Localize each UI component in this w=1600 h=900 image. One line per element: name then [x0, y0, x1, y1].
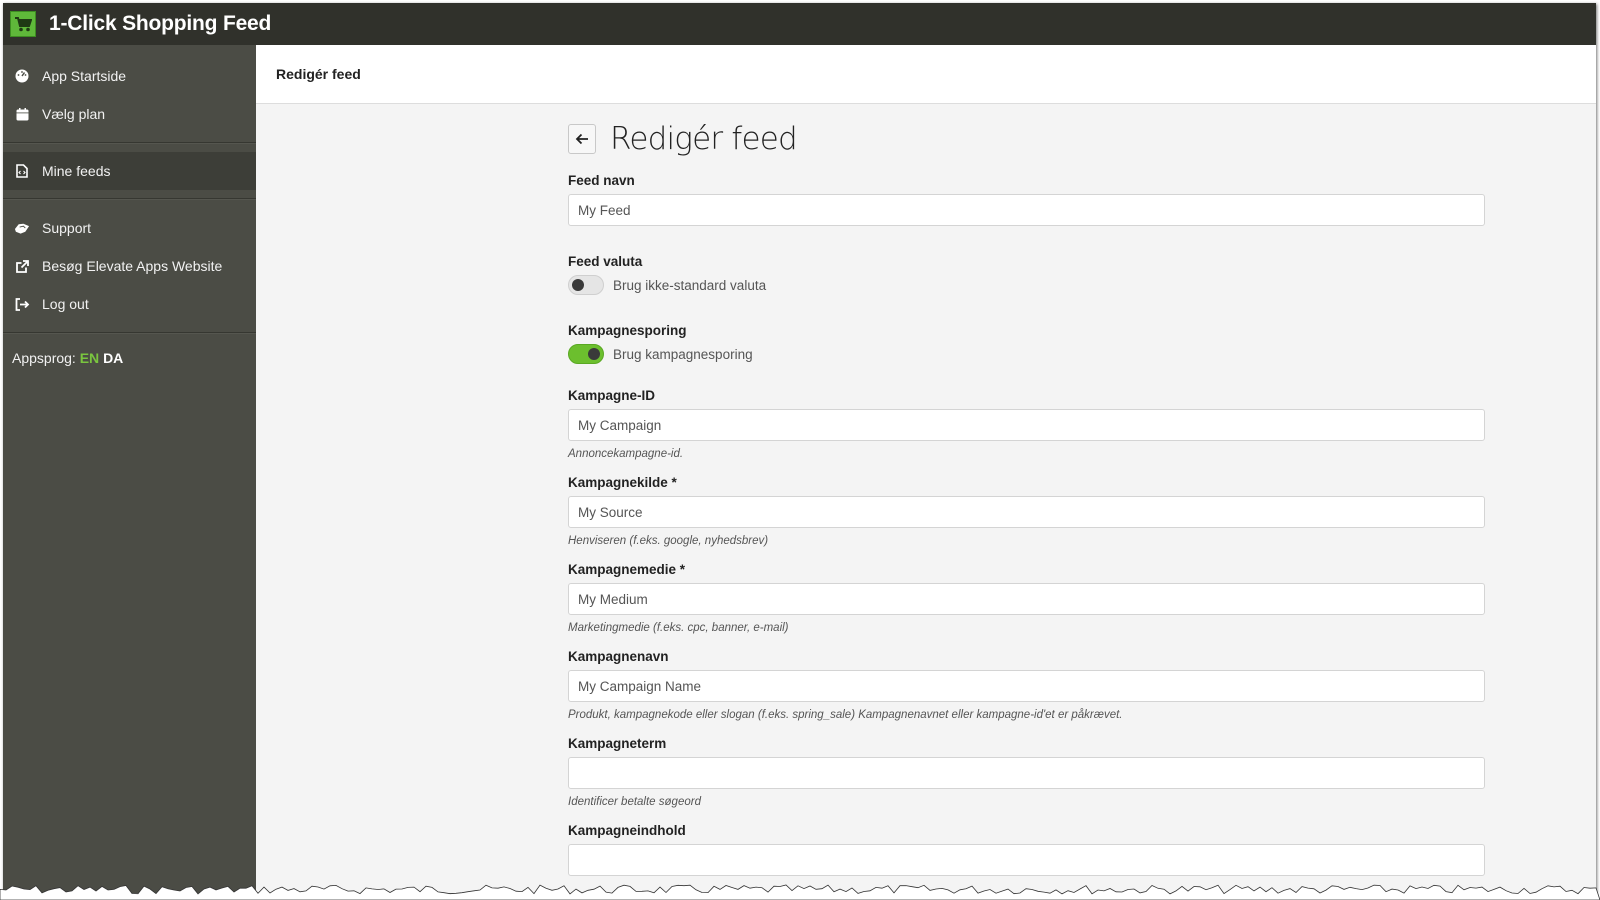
- sidebar-item-support[interactable]: Support: [3, 209, 256, 247]
- sidebar-item-label: Besøg Elevate Apps Website: [42, 258, 223, 274]
- campaign-tracking-label: Kampagnesporing: [568, 323, 687, 338]
- back-button[interactable]: [568, 124, 596, 154]
- dashboard-icon: [14, 68, 30, 84]
- page-title: Redigér feed: [610, 121, 798, 157]
- torn-edge-decoration: [0, 884, 1600, 900]
- campaign-tracking-toggle-label: Brug kampagnesporing: [613, 346, 753, 362]
- file-code-icon: [14, 163, 30, 179]
- sidebar: App Startside Vælg plan Mine feeds Suppo…: [3, 45, 256, 893]
- campaign-medium-help: Marketingmedie (f.eks. cpc, banner, e-ma…: [568, 622, 789, 634]
- campaign-id-help: Annoncekampagne-id.: [568, 448, 684, 460]
- sidebar-divider: [3, 332, 256, 334]
- campaign-id-label: Kampagne-ID: [568, 388, 656, 403]
- top-bar: 1-Click Shopping Feed: [3, 3, 1596, 45]
- campaign-content-input[interactable]: [568, 844, 1485, 876]
- campaign-source-help: Henviseren (f.eks. google, nyhedsbrev): [568, 535, 769, 547]
- sign-out-icon: [14, 296, 30, 312]
- campaign-content-label: Kampagneindhold: [568, 823, 686, 838]
- sidebar-item-app-startside[interactable]: App Startside: [3, 57, 256, 95]
- campaign-term-label: Kampagneterm: [568, 736, 667, 751]
- sidebar-item-log-out[interactable]: Log out: [3, 285, 256, 323]
- language-label: Appsprog:: [12, 350, 76, 366]
- language-switcher: Appsprog: EN DA: [3, 350, 256, 366]
- header-title: Redigér feed: [276, 66, 361, 82]
- campaign-id-input[interactable]: [568, 409, 1485, 441]
- language-da[interactable]: DA: [103, 350, 123, 366]
- currency-toggle-label: Brug ikke-standard valuta: [613, 277, 767, 293]
- language-en[interactable]: EN: [80, 350, 99, 366]
- campaign-name-label: Kampagnenavn: [568, 649, 669, 664]
- sidebar-item-besoeg-website[interactable]: Besøg Elevate Apps Website: [3, 247, 256, 285]
- sidebar-item-label: Mine feeds: [42, 163, 111, 179]
- sidebar-item-label: App Startside: [42, 68, 127, 84]
- campaign-term-help: Identificer betalte søgeord: [568, 796, 701, 808]
- page-header: Redigér feed: [256, 45, 1596, 104]
- campaign-medium-input[interactable]: [568, 583, 1485, 615]
- edit-feed-form: Redigér feed Feed navn Feed valuta Brug …: [568, 121, 1485, 876]
- sidebar-item-mine-feeds[interactable]: Mine feeds: [3, 152, 256, 190]
- campaign-term-input[interactable]: [568, 757, 1485, 789]
- feed-name-label: Feed navn: [568, 173, 635, 188]
- sidebar-item-label: Log out: [42, 296, 89, 312]
- shopping-cart-icon: [10, 11, 36, 37]
- main-area: Redigér feed Redigér feed Feed navn Feed…: [256, 45, 1596, 893]
- sidebar-item-label: Support: [42, 220, 92, 236]
- campaign-source-input[interactable]: [568, 496, 1485, 528]
- feed-name-input[interactable]: [568, 194, 1485, 226]
- feed-currency-label: Feed valuta: [568, 254, 643, 269]
- app-title: 1-Click Shopping Feed: [49, 12, 272, 35]
- app-window: 1-Click Shopping Feed App Startside Vælg…: [3, 3, 1596, 893]
- handshake-icon: [14, 220, 30, 236]
- campaign-name-help: Produkt, kampagnekode eller slogan (f.ek…: [568, 709, 1123, 721]
- campaign-source-label: Kampagnekilde *: [568, 475, 677, 490]
- campaign-name-input[interactable]: [568, 670, 1485, 702]
- sidebar-item-label: Vælg plan: [42, 106, 106, 122]
- arrow-left-icon: [575, 133, 588, 145]
- external-link-icon: [14, 258, 30, 274]
- campaign-tracking-toggle[interactable]: [568, 344, 604, 364]
- currency-toggle[interactable]: [568, 275, 604, 295]
- sidebar-item-vaelg-plan[interactable]: Vælg plan: [3, 95, 256, 133]
- calendar-icon: [14, 106, 30, 122]
- campaign-medium-label: Kampagnemedie *: [568, 562, 686, 577]
